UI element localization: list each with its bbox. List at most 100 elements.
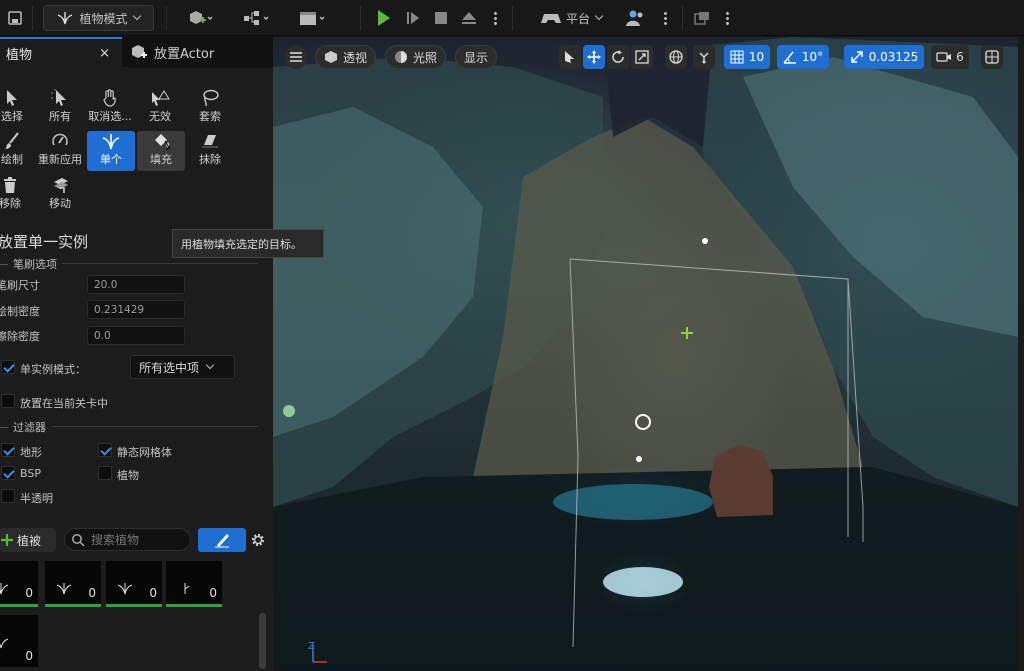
brush-size-field[interactable]	[87, 275, 185, 294]
save-icon[interactable]	[4, 5, 26, 31]
foliage-count: 0	[25, 649, 33, 663]
tool-erase[interactable]: 抹除	[186, 131, 234, 171]
erase-density-label: 擦除密度	[0, 330, 40, 343]
place-current-level-checkbox[interactable]	[1, 394, 15, 408]
foliage-item[interactable]: 0	[106, 561, 162, 607]
paint-density-label: 绘制密度	[0, 305, 40, 318]
place-current-level-label: 放置在当前关卡中	[20, 397, 108, 410]
filter-bsp-label: BSP	[20, 467, 41, 480]
tool-label: 填充	[150, 153, 172, 166]
cursor-icon	[565, 51, 574, 63]
source-control-button[interactable]	[622, 5, 650, 31]
filters-group-label: 过滤器	[0, 419, 46, 435]
plant-thumbnail-icon	[0, 638, 9, 649]
foliage-mode-icon	[58, 12, 73, 25]
tool-move[interactable]: 移动	[36, 175, 84, 215]
brush-icon	[1, 131, 23, 151]
world-local-button[interactable]	[665, 45, 687, 69]
layout-icon	[985, 50, 999, 64]
foliage-edit-toggle[interactable]	[198, 528, 246, 552]
scale-snap-button[interactable]: 0.03125	[844, 45, 924, 69]
surface-snap-button[interactable]	[693, 45, 715, 69]
filter-translucent-checkbox[interactable]	[1, 489, 15, 503]
close-icon[interactable]: ×	[99, 46, 110, 61]
tool-label: 单个	[100, 153, 122, 166]
tool-fill[interactable]: 填充	[137, 131, 185, 171]
blueprint-button[interactable]	[238, 5, 276, 31]
cinematics-button[interactable]	[294, 5, 332, 31]
angle-icon	[783, 51, 796, 64]
axis-z-label: Z	[308, 641, 315, 652]
blueprint-icon	[244, 11, 269, 25]
scale-mode-button[interactable]	[631, 45, 653, 69]
gamepad-icon	[540, 14, 561, 23]
foliage-item[interactable]: 0	[0, 615, 38, 667]
eject-button[interactable]	[457, 5, 481, 31]
platform-button[interactable]: 平台	[536, 5, 606, 31]
tool-label: 选择	[1, 110, 23, 123]
place-actor-icon	[132, 45, 147, 58]
filter-foliage-checkbox[interactable]	[98, 466, 112, 480]
foliage-item[interactable]: 0	[0, 561, 38, 607]
tool-deselect[interactable]: 取消选...	[86, 88, 134, 128]
single-instance-checkbox[interactable]	[1, 360, 15, 374]
tool-invalid[interactable]: 无效	[136, 88, 184, 128]
search-input[interactable]	[89, 531, 185, 548]
tool-reapply[interactable]: 重新应用	[36, 131, 84, 171]
show-button[interactable]: 显示	[455, 45, 498, 69]
window-button[interactable]	[690, 5, 714, 31]
foliage-count: 0	[209, 586, 217, 600]
scale-snap-value: 0.03125	[868, 50, 919, 64]
tool-remove[interactable]: 移除	[0, 175, 34, 215]
stop-button[interactable]	[429, 5, 453, 31]
perspective-button[interactable]: 透视	[315, 45, 377, 69]
users-icon	[626, 10, 643, 26]
gear-icon[interactable]	[249, 531, 267, 549]
rotate-mode-button[interactable]	[607, 45, 629, 69]
viewport-menu-button[interactable]	[285, 45, 307, 69]
lit-mode-button[interactable]: 光照	[385, 45, 447, 69]
section-title: 放置单一实例	[0, 233, 89, 251]
tool-single[interactable]: 单个	[87, 131, 135, 171]
play-button[interactable]	[372, 5, 396, 31]
eraser-icon	[199, 131, 221, 151]
hand-icon	[99, 88, 121, 108]
tool-select[interactable]: 选择	[0, 88, 36, 128]
filter-bsp-checkbox[interactable]	[1, 466, 15, 480]
play-options-menu[interactable]	[488, 5, 502, 31]
fill-bucket-icon	[150, 131, 172, 151]
level-viewport[interactable]: Z 透视 光照 显示 10 10° 0.03125 6	[273, 37, 1018, 671]
filter-landscape-checkbox[interactable]	[1, 443, 15, 457]
add-content-button[interactable]	[180, 5, 220, 31]
viewport-layout-button[interactable]	[981, 45, 1003, 69]
window-icon	[694, 12, 709, 25]
advance-frame-button[interactable]	[401, 5, 425, 31]
more-icon	[493, 11, 497, 25]
foliage-list-scrollbar[interactable]	[259, 613, 266, 669]
filter-static-mesh-checkbox[interactable]	[98, 443, 112, 457]
add-foliage-button[interactable]: 植被	[0, 528, 56, 552]
translate-mode-button[interactable]	[583, 45, 605, 69]
mode-selector[interactable]: 植物模式	[43, 5, 154, 31]
tool-label: 取消选...	[88, 110, 132, 123]
erase-density-field[interactable]	[87, 326, 185, 345]
foliage-item[interactable]: 0	[166, 561, 222, 607]
settings-menu[interactable]	[658, 5, 672, 31]
camera-speed-button[interactable]: 6	[931, 45, 969, 69]
tool-lasso[interactable]: 套索	[186, 88, 234, 128]
tab-place-actor[interactable]: 放置Actor	[126, 37, 272, 67]
fill-tooltip: 用植物填充选定的目标。	[172, 229, 324, 258]
select-mode-button[interactable]	[559, 45, 581, 69]
grid-snap-button[interactable]: 10	[724, 45, 770, 69]
search-foliage-box[interactable]	[64, 528, 191, 551]
cave-scene	[273, 37, 1018, 671]
extra-menu[interactable]	[720, 5, 734, 31]
angle-snap-button[interactable]: 10°	[777, 45, 829, 69]
tool-paint[interactable]: 绘制	[0, 131, 36, 171]
more-icon	[725, 11, 729, 25]
paint-density-field[interactable]	[87, 300, 185, 319]
single-instance-dropdown[interactable]: 所有选中项	[130, 355, 235, 379]
foliage-item[interactable]: 0	[45, 561, 101, 607]
tab-foliage[interactable]: 植物 ×	[0, 37, 122, 67]
tool-select-all[interactable]: 所有	[36, 88, 84, 128]
